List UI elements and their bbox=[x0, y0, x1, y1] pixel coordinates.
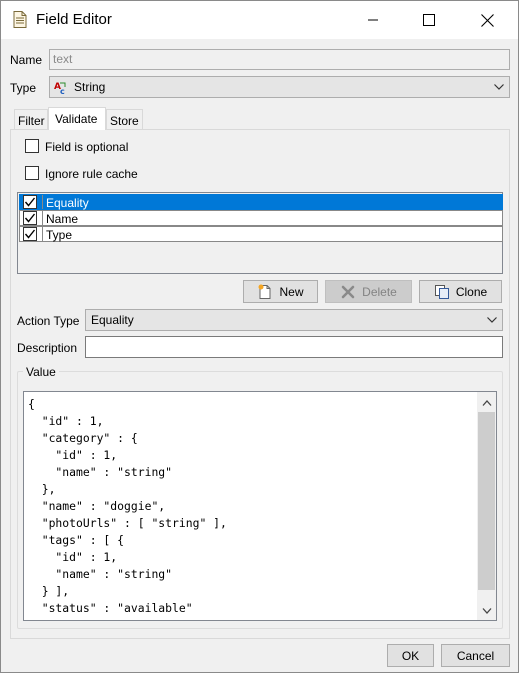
check-icon bbox=[24, 197, 36, 207]
rule-label: Name bbox=[46, 212, 79, 226]
ok-button-label: OK bbox=[401, 648, 420, 663]
close-icon bbox=[480, 13, 494, 27]
rule-row-name[interactable]: Name bbox=[19, 210, 503, 226]
scroll-thumb[interactable] bbox=[478, 412, 495, 590]
ignore-rule-cache-checkbox[interactable] bbox=[25, 166, 39, 180]
value-code: { "id" : 1, "category" : { "id" : 1, "na… bbox=[28, 397, 227, 620]
description-field[interactable] bbox=[85, 336, 503, 358]
field-editor-window: Field Editor Name text Type A c String F… bbox=[0, 0, 519, 673]
delete-button-label: Delete bbox=[362, 284, 397, 299]
ignore-rule-cache-label: Ignore rule cache bbox=[45, 167, 138, 181]
tab-store[interactable]: Store bbox=[106, 109, 143, 130]
scroll-up-button[interactable] bbox=[477, 394, 496, 412]
chevron-up-icon bbox=[482, 400, 491, 406]
rule-row-type[interactable]: Type bbox=[19, 226, 503, 242]
delete-icon bbox=[341, 285, 355, 298]
minimize-icon bbox=[368, 19, 378, 21]
maximize-icon bbox=[423, 14, 435, 26]
maximize-button[interactable] bbox=[406, 1, 452, 39]
action-type-select[interactable]: Equality bbox=[85, 309, 503, 331]
check-icon bbox=[24, 213, 36, 223]
chevron-down-icon bbox=[494, 84, 504, 90]
svg-text:c: c bbox=[60, 87, 65, 95]
chevron-down-icon bbox=[487, 317, 497, 323]
type-label: Type bbox=[10, 81, 37, 95]
field-optional-checkbox[interactable] bbox=[25, 139, 39, 153]
document-icon bbox=[13, 11, 27, 28]
name-label: Name bbox=[10, 53, 43, 67]
scroll-down-button[interactable] bbox=[477, 602, 496, 620]
name-field[interactable]: text bbox=[49, 49, 510, 70]
description-label: Description bbox=[17, 341, 78, 355]
tab-validate-label: Validate bbox=[55, 112, 98, 126]
rule-checkbox[interactable] bbox=[23, 195, 37, 209]
close-button[interactable] bbox=[464, 1, 510, 39]
value-group-label: Value bbox=[23, 365, 59, 379]
clone-button[interactable]: Clone bbox=[419, 280, 502, 303]
action-type-value: Equality bbox=[91, 313, 134, 327]
new-button[interactable]: New bbox=[243, 280, 318, 303]
minimize-button[interactable] bbox=[350, 1, 396, 39]
rule-label: Equality bbox=[46, 196, 89, 210]
chevron-down-icon bbox=[482, 608, 491, 614]
cancel-button-label: Cancel bbox=[456, 648, 495, 663]
rule-checkbox[interactable] bbox=[23, 211, 37, 225]
clone-button-label: Clone bbox=[455, 284, 488, 299]
tab-filter[interactable]: Filter bbox=[14, 109, 48, 130]
vertical-scrollbar[interactable] bbox=[477, 392, 496, 620]
rule-label: Type bbox=[46, 228, 73, 242]
type-select[interactable]: A c String bbox=[49, 76, 510, 98]
ok-button[interactable]: OK bbox=[387, 644, 434, 667]
type-select-value: String bbox=[74, 80, 106, 94]
title-bar[interactable]: Field Editor bbox=[1, 1, 518, 39]
check-icon bbox=[24, 229, 36, 239]
rule-checkbox[interactable] bbox=[23, 227, 37, 241]
field-optional-label: Field is optional bbox=[45, 140, 129, 154]
tab-store-label: Store bbox=[110, 114, 139, 128]
clone-icon bbox=[434, 284, 449, 299]
delete-button[interactable]: Delete bbox=[325, 280, 412, 303]
window-title: Field Editor bbox=[36, 11, 112, 28]
action-type-label: Action Type bbox=[17, 314, 80, 328]
tab-filter-label: Filter bbox=[18, 114, 45, 128]
tab-validate[interactable]: Validate bbox=[48, 107, 106, 130]
new-button-label: New bbox=[279, 284, 304, 299]
new-document-icon bbox=[258, 284, 271, 299]
value-editor[interactable]: { "id" : 1, "category" : { "id" : 1, "na… bbox=[23, 391, 497, 621]
cancel-button[interactable]: Cancel bbox=[441, 644, 510, 667]
string-type-icon: A c bbox=[54, 82, 66, 95]
rule-row-equality[interactable]: Equality bbox=[19, 194, 503, 210]
rule-list[interactable]: Equality Name Type bbox=[17, 192, 503, 274]
